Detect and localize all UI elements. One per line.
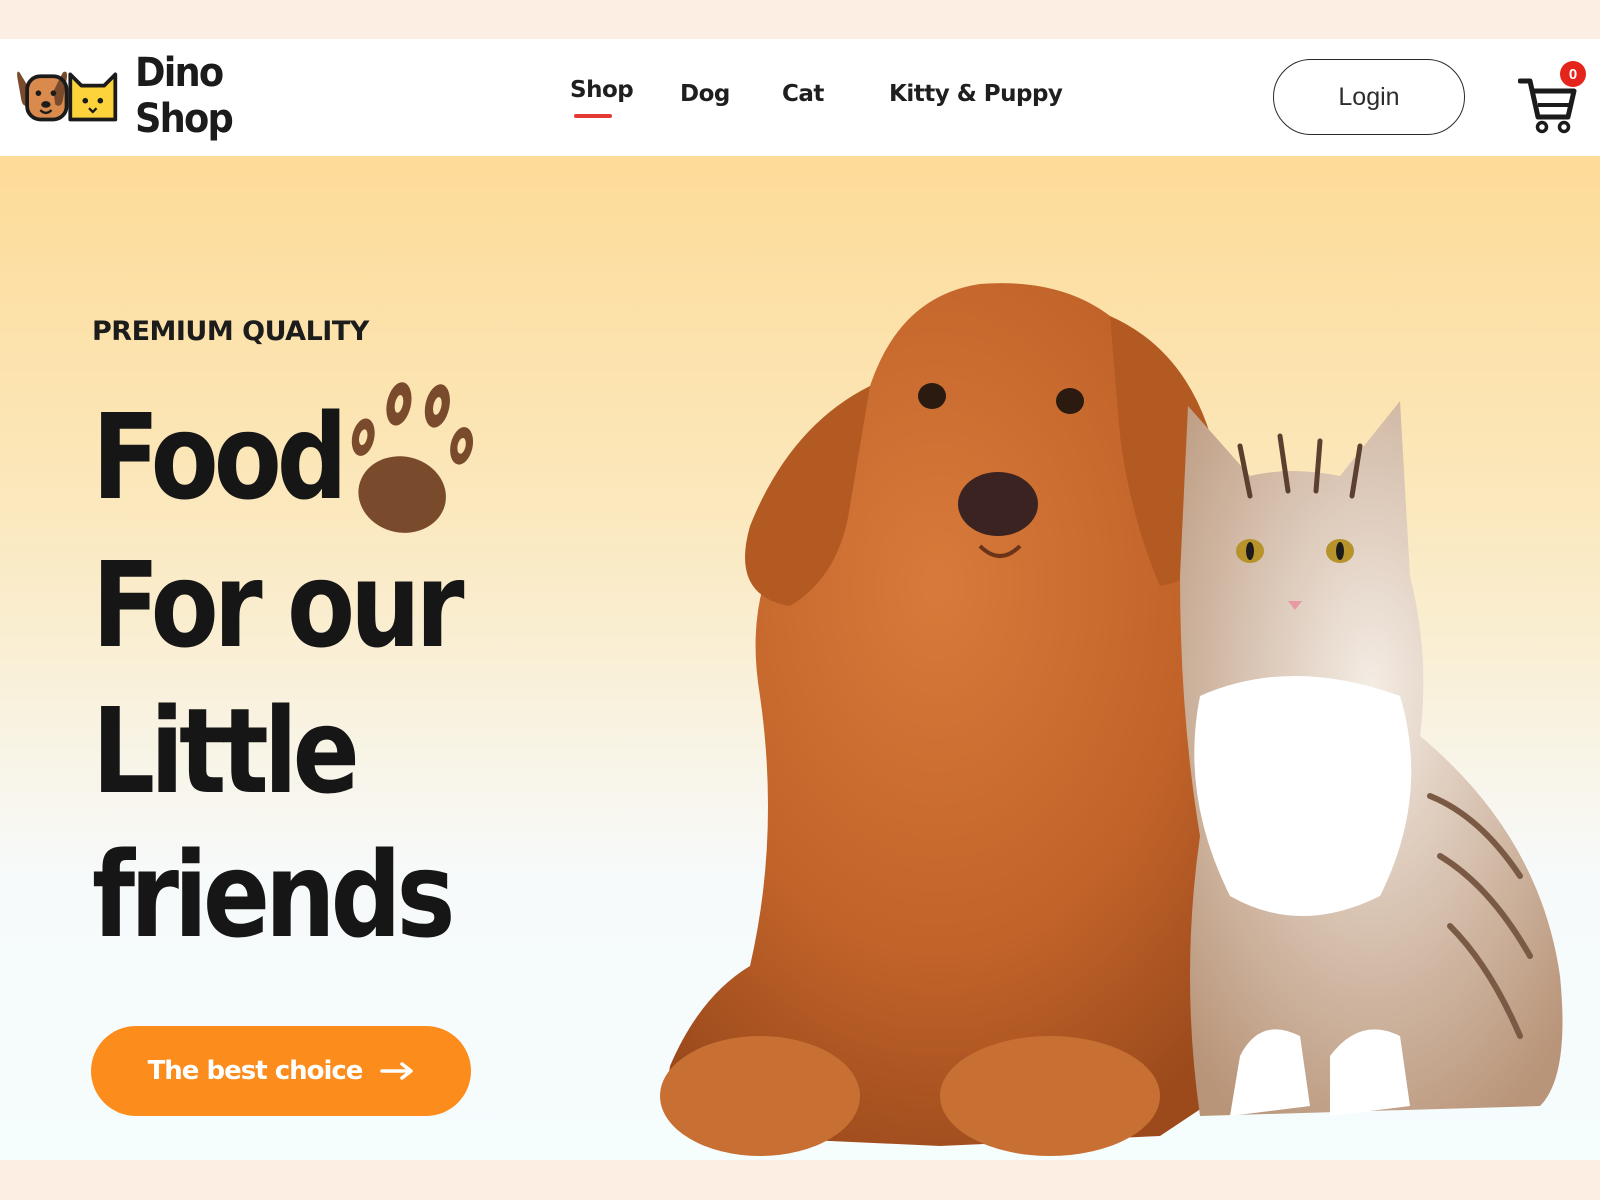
nav-item-cat[interactable]: Cat [782, 81, 824, 107]
active-nav-indicator [574, 114, 612, 118]
hero-headline-line-3: Little [92, 682, 360, 820]
cart-button[interactable]: 0 [1518, 59, 1588, 139]
page: Dino Shop Shop Dog Cat Kitty & Puppy Log… [0, 0, 1600, 1200]
nav-item-label: Cat [782, 81, 824, 107]
login-button[interactable]: Login [1273, 59, 1465, 135]
brand-logo[interactable]: Dino Shop [14, 50, 334, 142]
dog-and-cat-logo-icon [17, 71, 118, 122]
hero-headline-line-2: For our [92, 536, 464, 674]
nav-item-label: Shop [570, 77, 634, 103]
hero-section: PREMIUM QUALITY Food For our Little frie… [0, 156, 1600, 1160]
golden-retriever-and-tabby-cat-photo [660, 283, 1563, 1156]
hero-headline-line-4: friends [92, 826, 455, 964]
hero-headline-line-1: Food [92, 388, 348, 526]
nav-item-label: Dog [680, 81, 730, 107]
nav-item-kitty-puppy[interactable]: Kitty & Puppy [889, 81, 1063, 107]
nav-item-dog[interactable]: Dog [680, 81, 730, 107]
best-choice-button[interactable]: The best choice [91, 1026, 471, 1116]
site-header: Dino Shop Shop Dog Cat Kitty & Puppy Log… [0, 39, 1600, 156]
nav-item-shop[interactable]: Shop [570, 77, 634, 118]
brand-name: Dino Shop [134, 50, 234, 142]
cart-count-badge: 0 [1560, 61, 1586, 87]
nav-item-label: Kitty & Puppy [889, 81, 1063, 107]
hero-eyebrow: PREMIUM QUALITY [92, 316, 369, 347]
cta-label: The best choice [147, 1056, 364, 1086]
paw-print-icon [351, 382, 474, 533]
login-button-label: Login [1338, 82, 1400, 111]
arrow-right-icon [380, 1062, 414, 1080]
